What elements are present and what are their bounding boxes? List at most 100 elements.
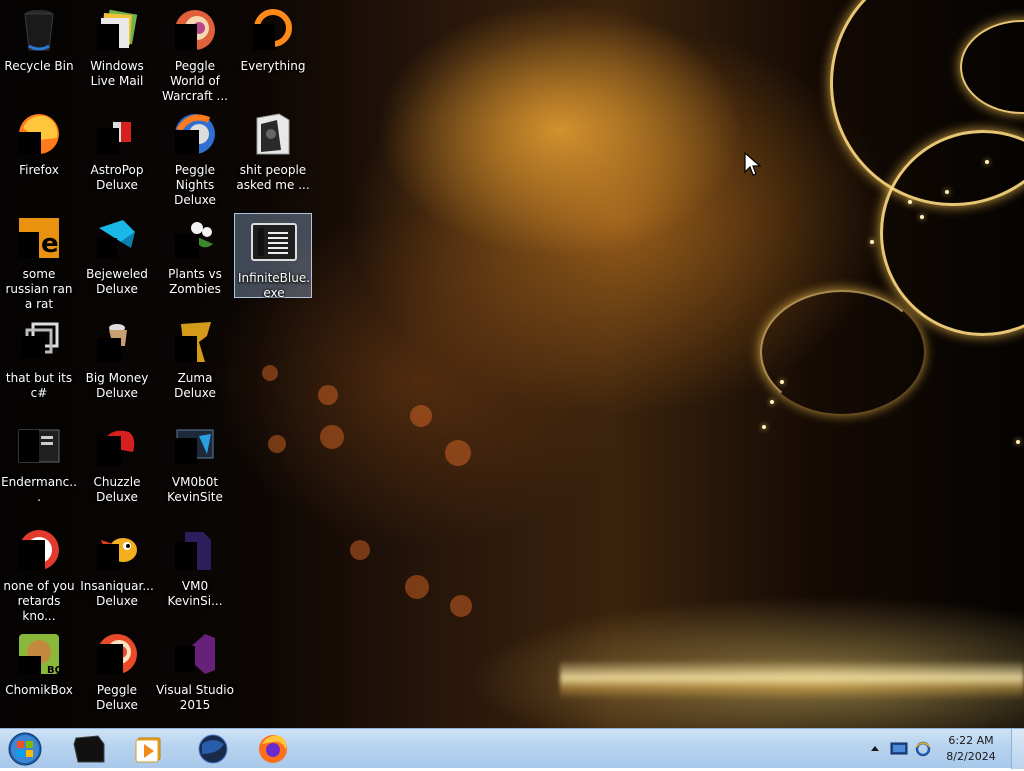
console-app-icon — [18, 429, 60, 463]
wallpaper-bokeh — [405, 575, 429, 599]
desktop-icon-vm0-kevinsite[interactable]: VM0 KevinSi... — [156, 522, 234, 608]
desktop-icon-label: Recycle Bin — [4, 59, 74, 73]
desktop-icon-label: that but its c# — [5, 371, 73, 400]
desktop-icon-bejeweled[interactable]: Bejeweled Deluxe — [78, 210, 156, 296]
desktop-icon-insaniquarium[interactable]: Insaniquar... Deluxe — [78, 522, 156, 608]
bejeweled-icon — [97, 220, 135, 258]
chuzzle-icon — [97, 430, 135, 466]
firefox-icon — [19, 114, 59, 154]
wallpaper-bokeh — [445, 440, 471, 466]
vm-icon — [175, 429, 214, 464]
desktop-icon-windows-live-mail[interactable]: Windows Live Mail — [78, 2, 156, 88]
wallpaper-swirl — [760, 290, 924, 414]
desktop-icon-firefox[interactable]: Firefox — [0, 106, 78, 192]
desktop-icon-label: Visual Studio 2015 — [156, 683, 234, 712]
desktop[interactable]: Recycle Bin Firefox e some russian ran a… — [0, 0, 1024, 728]
desktop-icon-some-russian[interactable]: e some russian ran a rat — [0, 210, 78, 311]
desktop-icon-endermanch[interactable]: Endermanc... — [0, 418, 78, 504]
desktop-icon-label: Peggle World of Warcraft ... — [162, 59, 228, 103]
desktop-icon-infiniteblue[interactable]: InfiniteBlue.exe — [234, 213, 312, 300]
media-player-icon — [135, 737, 161, 763]
desktop-icon-recycle-bin[interactable]: Recycle Bin — [0, 2, 78, 88]
network-icon[interactable] — [890, 741, 908, 757]
desktop-icon-label: Plants vs Zombies — [168, 267, 222, 296]
desktop-icon-plants-vs-zombies[interactable]: Plants vs Zombies — [156, 210, 234, 296]
desktop-icon-label: some russian ran a rat — [5, 267, 73, 311]
mouse-cursor-icon — [744, 152, 762, 176]
text-file-icon: e — [19, 218, 59, 259]
insaniquarium-icon — [97, 538, 137, 570]
internet-browser-icon — [198, 734, 228, 764]
taskbar-pinned-console[interactable] — [64, 732, 114, 766]
svg-text:BOX: BOX — [47, 665, 63, 676]
desktop-icon-visual-studio[interactable]: Visual Studio 2015 — [156, 626, 234, 712]
wallpaper-bokeh — [318, 385, 338, 405]
desktop-icon-zuma[interactable]: Zuma Deluxe — [156, 314, 234, 400]
wallpaper-sparkle — [945, 190, 949, 194]
everything-icon — [253, 9, 292, 50]
wallpaper-bokeh — [350, 540, 370, 560]
desktop-icon-none-of-you[interactable]: none of you retards kno... — [0, 522, 78, 623]
desktop-icon-everything[interactable]: Everything — [234, 2, 312, 88]
wallpaper-bokeh — [262, 365, 278, 381]
game-icon — [19, 530, 59, 570]
clock-date: 8/2/2024 — [946, 750, 996, 763]
big-money-icon — [97, 324, 127, 362]
wallpaper-bokeh — [410, 405, 432, 427]
desktop-icon-label: Windows Live Mail — [90, 59, 144, 88]
peggle-nights-icon — [175, 114, 215, 154]
desktop-icon-label: Chuzzle Deluxe — [93, 475, 141, 504]
wallpaper-sparkle — [920, 215, 924, 219]
desktop-icon-chomikbox[interactable]: BOX ChomikBox — [0, 626, 78, 712]
desktop-icon-astropop[interactable]: AstroPop Deluxe — [78, 106, 156, 192]
zuma-icon — [175, 322, 211, 362]
taskbar-pinned-media-player[interactable] — [124, 732, 174, 766]
shortcut-icon — [21, 322, 59, 358]
desktop-icon-label: VM0 KevinSi... — [167, 579, 223, 608]
visual-studio-icon — [175, 634, 215, 674]
desktop-icon-that-but-its-csharp[interactable]: that but its c# — [0, 314, 78, 400]
desktop-icon-peggle-deluxe[interactable]: Peggle Deluxe — [78, 626, 156, 712]
astropop-icon — [97, 122, 131, 154]
desktop-icon-peggle-wow[interactable]: Peggle World of Warcraft ... — [156, 2, 234, 103]
desktop-icon-label: Big Money Deluxe — [85, 371, 149, 400]
document-icon — [175, 532, 211, 570]
desktop-icon-label: Peggle Deluxe — [96, 683, 138, 712]
console-window-icon — [73, 735, 105, 763]
desktop-icon-label: AstroPop Deluxe — [90, 163, 144, 192]
clock-time: 6:22 AM — [948, 734, 994, 747]
desktop-icon-chuzzle[interactable]: Chuzzle Deluxe — [78, 418, 156, 504]
taskbar-pinned-browser[interactable] — [188, 732, 238, 766]
desktop-icon-label: Peggle Nights Deluxe — [174, 163, 216, 207]
start-button[interactable] — [6, 731, 44, 767]
desktop-icon-label: Zuma Deluxe — [174, 371, 216, 400]
wallpaper-sparkle — [770, 400, 774, 404]
desktop-icon-vm0b0t[interactable]: VM0b0t KevinSite — [156, 418, 234, 504]
windows-orb-icon — [8, 732, 42, 766]
wallpaper-bokeh — [268, 435, 286, 453]
wallpaper-bokeh — [450, 595, 472, 617]
desktop-icon-label: VM0b0t KevinSite — [167, 475, 223, 504]
taskbar-clock[interactable]: 6:22 AM 8/2/2024 — [936, 733, 1006, 765]
wallpaper-sparkle — [985, 160, 989, 164]
firefox-icon — [259, 735, 287, 763]
show-desktop-button[interactable] — [1011, 729, 1024, 769]
desktop-icon-label: Everything — [240, 59, 306, 73]
wallpaper-sparkle — [780, 380, 784, 384]
desktop-icon-label: ChomikBox — [5, 683, 73, 697]
desktop-icon-label: Endermanc... — [1, 475, 77, 504]
wallpaper-bokeh — [320, 425, 344, 449]
desktop-icon-label: none of you retards kno... — [3, 579, 75, 623]
wallpaper-sparkle — [908, 200, 912, 204]
wallpaper-sparkle — [762, 425, 766, 429]
desktop-icon-big-money[interactable]: Big Money Deluxe — [78, 314, 156, 400]
desktop-icon-peggle-nights[interactable]: Peggle Nights Deluxe — [156, 106, 234, 207]
desktop-icon-folder-shit-people[interactable]: shit people asked me ... — [234, 106, 312, 192]
taskbar-pinned-firefox[interactable] — [248, 732, 298, 766]
wallpaper-glow-bar — [560, 660, 1024, 700]
desktop-icon-label: Bejeweled Deluxe — [86, 267, 148, 296]
ie-icon[interactable] — [914, 741, 932, 757]
show-hidden-icons-icon[interactable] — [870, 741, 880, 757]
chomikbox-icon: BOX — [19, 634, 63, 676]
recycle-bin-icon — [24, 10, 54, 51]
